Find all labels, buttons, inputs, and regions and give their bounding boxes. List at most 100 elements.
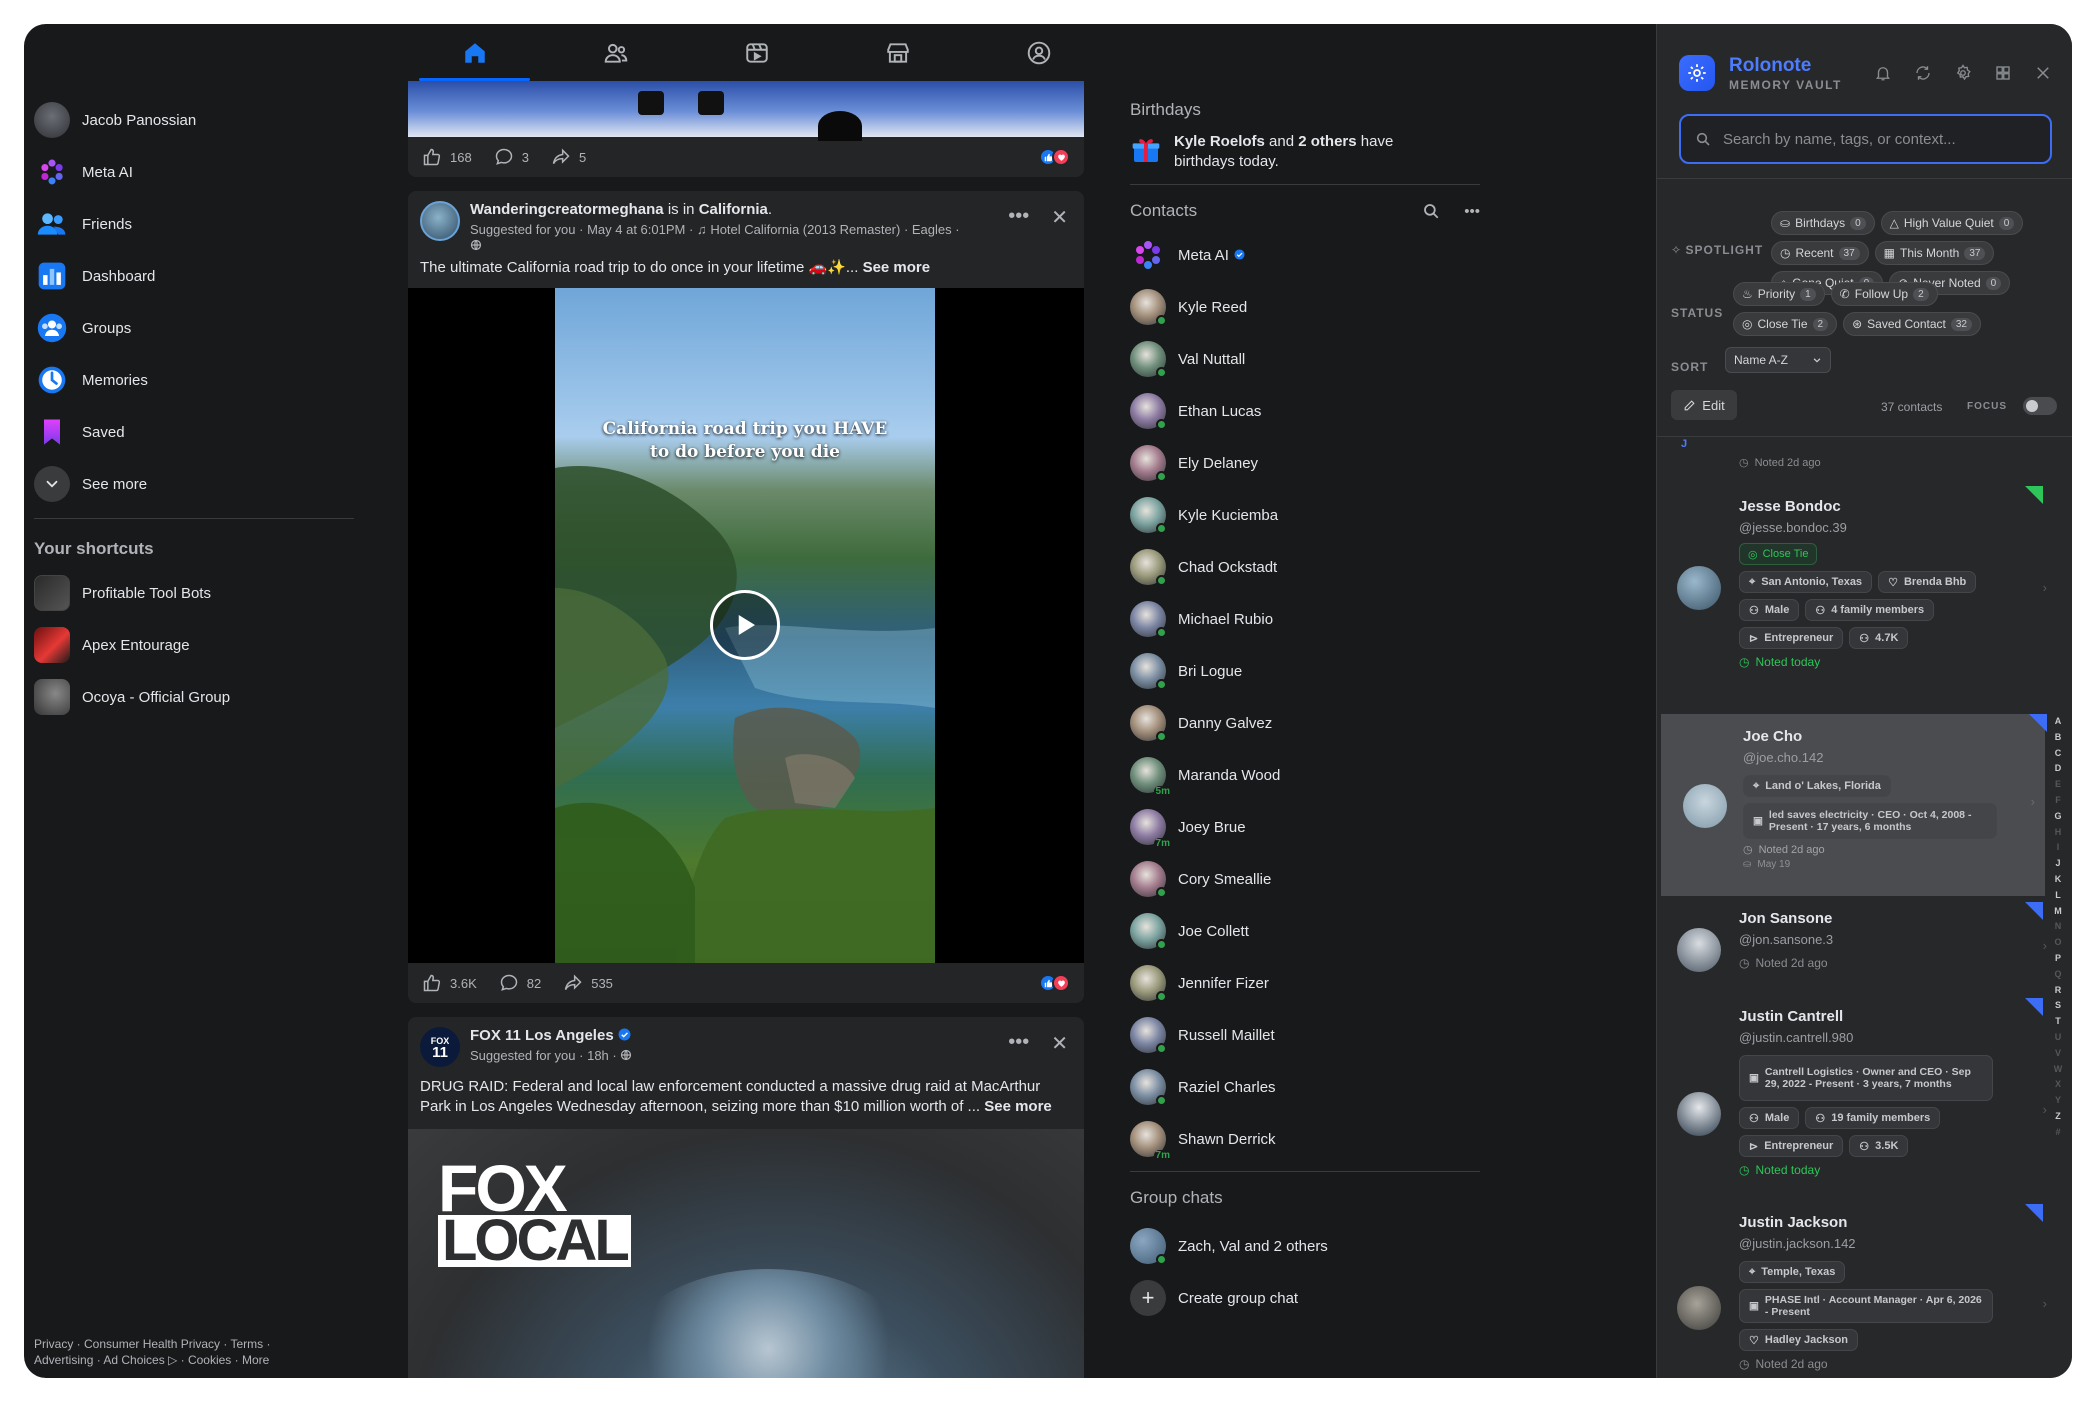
- alphabet-letter[interactable]: S: [2052, 998, 2064, 1014]
- group-chat-item[interactable]: Zach, Val and 2 others: [1130, 1220, 1480, 1272]
- sidebar-item-dashboard[interactable]: Dashboard: [24, 250, 404, 302]
- sort-select[interactable]: Name A-Z: [1725, 347, 1831, 373]
- reaction-summary[interactable]: [1039, 148, 1070, 166]
- contact-item[interactable]: 7m Joey Brue: [1130, 801, 1480, 853]
- contact-card-selected[interactable]: Joe Cho @joe.cho.142 ⌖ Land o' Lakes, Flo…: [1661, 714, 2047, 896]
- chip-high-value-quiet[interactable]: △ High Value Quiet 0: [1880, 211, 2024, 235]
- contact-item[interactable]: Chad Ockstadt: [1130, 541, 1480, 593]
- author-avatar[interactable]: FOX 11: [420, 1027, 460, 1067]
- chip-follow-up[interactable]: ✆ Follow Up 2: [1830, 282, 1938, 306]
- chip-close-tie[interactable]: ◎ Close Tie 2: [1733, 312, 1838, 336]
- post-time[interactable]: 18h: [587, 1048, 609, 1063]
- alphabet-letter[interactable]: M: [2052, 904, 2064, 920]
- close-icon[interactable]: ✕: [1051, 1031, 1068, 1056]
- footer-line[interactable]: Advertising · Ad Choices ▷ · Cookies · M…: [34, 1352, 324, 1368]
- contact-item[interactable]: Kyle Reed: [1130, 281, 1480, 333]
- contact-item[interactable]: Russell Maillet: [1130, 1009, 1480, 1061]
- alphabet-letter[interactable]: A: [2052, 714, 2064, 730]
- post-image[interactable]: FOX LOCAL: [408, 1129, 1084, 1378]
- contact-item[interactable]: Jennifer Fizer: [1130, 957, 1480, 1009]
- alphabet-letter[interactable]: D: [2052, 761, 2064, 777]
- tab-friends[interactable]: [545, 24, 686, 81]
- alphabet-letter[interactable]: J: [2052, 856, 2064, 872]
- alphabet-letter[interactable]: I: [2052, 840, 2064, 856]
- more-options-icon[interactable]: •••: [1008, 1031, 1029, 1056]
- rolonote-search-input[interactable]: Search by name, tags, or context...: [1679, 114, 2052, 164]
- chip-this-month[interactable]: ▦ This Month 37: [1874, 241, 1995, 265]
- alphabet-letter[interactable]: C: [2052, 746, 2064, 762]
- contact-card[interactable]: Justin Jackson @justin.jackson.142 ⌖ Temp…: [1657, 1204, 2057, 1378]
- contact-card[interactable]: Justin Cantrell @justin.cantrell.980 ▣ Ca…: [1657, 998, 2057, 1204]
- tab-home[interactable]: [404, 24, 545, 81]
- alphabet-letter[interactable]: Q: [2052, 967, 2064, 983]
- alphabet-letter[interactable]: L: [2052, 888, 2064, 904]
- post-music[interactable]: Hotel California (2013 Remaster) · Eagle…: [710, 222, 959, 237]
- contact-item[interactable]: Danny Galvez: [1130, 697, 1480, 749]
- sidebar-item-saved[interactable]: Saved: [24, 406, 404, 458]
- contact-item[interactable]: Bri Logue: [1130, 645, 1480, 697]
- like-button[interactable]: 3.6K: [422, 973, 477, 993]
- footer-line[interactable]: Privacy · Consumer Health Privacy · Term…: [34, 1336, 324, 1352]
- share-button[interactable]: 5: [551, 147, 586, 167]
- tab-groups[interactable]: [968, 24, 1109, 81]
- contact-item[interactable]: Raziel Charles: [1130, 1061, 1480, 1113]
- alphabet-letter[interactable]: E: [2052, 777, 2064, 793]
- refresh-icon[interactable]: [1914, 64, 1932, 82]
- alphabet-letter[interactable]: O: [2052, 935, 2064, 951]
- see-more-link[interactable]: See more: [863, 259, 931, 276]
- share-button[interactable]: 535: [563, 973, 613, 993]
- alphabet-letter[interactable]: #: [2052, 1125, 2064, 1141]
- focus-toggle[interactable]: [2023, 397, 2057, 415]
- contact-item[interactable]: Ethan Lucas: [1130, 385, 1480, 437]
- chip-priority[interactable]: ♨ Priority 1: [1733, 282, 1825, 306]
- sidebar-item-memories[interactable]: Memories: [24, 354, 404, 406]
- alphabet-letter[interactable]: V: [2052, 1046, 2064, 1062]
- sidebar-item-profile[interactable]: Jacob Panossian: [24, 94, 404, 146]
- alphabet-letter[interactable]: T: [2052, 1014, 2064, 1030]
- alphabet-letter[interactable]: B: [2052, 730, 2064, 746]
- see-more-link[interactable]: See more: [984, 1098, 1052, 1115]
- birthday-notice[interactable]: Kyle Roelofs and 2 others have birthdays…: [1130, 132, 1480, 172]
- reaction-summary[interactable]: [1039, 974, 1070, 992]
- video-player[interactable]: California road trip you HAVE to do befo…: [408, 288, 1084, 963]
- sidebar-item-see-more[interactable]: See more: [24, 458, 404, 510]
- contact-item[interactable]: Joe Collett: [1130, 905, 1480, 957]
- alphabet-index[interactable]: A B C D E F G H I J K L M N O P Q R S T U V W X Y Z #: [2052, 714, 2064, 1141]
- alphabet-letter[interactable]: R: [2052, 983, 2064, 999]
- edit-button[interactable]: Edit: [1671, 390, 1737, 420]
- gear-icon[interactable]: [1954, 64, 1972, 82]
- alphabet-letter[interactable]: Z: [2052, 1109, 2064, 1125]
- comment-button[interactable]: 3: [494, 147, 529, 167]
- alphabet-letter[interactable]: H: [2052, 825, 2064, 841]
- alphabet-letter[interactable]: F: [2052, 793, 2064, 809]
- birthday-others[interactable]: 2 others: [1298, 133, 1356, 150]
- chip-recent[interactable]: ◷ Recent 37: [1771, 241, 1869, 265]
- alphabet-letter[interactable]: G: [2052, 809, 2064, 825]
- post-author[interactable]: Wanderingcreatormeghana: [470, 201, 664, 218]
- search-icon[interactable]: [1422, 202, 1440, 220]
- chip-birthdays[interactable]: ⛀ Birthdays 0: [1771, 211, 1875, 235]
- contact-item[interactable]: Michael Rubio: [1130, 593, 1480, 645]
- tab-video[interactable]: [686, 24, 827, 81]
- contact-item[interactable]: Cory Smeallie: [1130, 853, 1480, 905]
- shortcut-item[interactable]: Ocoya - Official Group: [24, 671, 404, 723]
- post-author[interactable]: FOX 11 Los Angeles: [470, 1027, 614, 1044]
- close-icon[interactable]: ✕: [1051, 205, 1068, 230]
- contact-item[interactable]: 5m Maranda Wood: [1130, 749, 1480, 801]
- alphabet-letter[interactable]: U: [2052, 1030, 2064, 1046]
- comment-button[interactable]: 82: [499, 973, 541, 993]
- alphabet-letter[interactable]: X: [2052, 1077, 2064, 1093]
- post-location[interactable]: California: [699, 201, 768, 218]
- alphabet-letter[interactable]: Y: [2052, 1093, 2064, 1109]
- contact-item[interactable]: 7m Shawn Derrick: [1130, 1113, 1480, 1165]
- contact-item[interactable]: Val Nuttall: [1130, 333, 1480, 385]
- contact-card[interactable]: Jon Sansone @jon.sansone.3 ◷ Noted 2d ago…: [1657, 902, 2057, 994]
- sidebar-item-friends[interactable]: Friends: [24, 198, 404, 250]
- contact-card[interactable]: Jesse Bondoc @jesse.bondoc.39 ◎ Close Tie…: [1657, 476, 2057, 696]
- more-options-icon[interactable]: •••: [1008, 205, 1029, 230]
- alphabet-letter[interactable]: K: [2052, 872, 2064, 888]
- close-icon[interactable]: [2034, 64, 2052, 82]
- post-time[interactable]: May 4 at 6:01PM: [587, 222, 685, 237]
- shortcut-item[interactable]: Profitable Tool Bots: [24, 567, 404, 619]
- alphabet-letter[interactable]: N: [2052, 919, 2064, 935]
